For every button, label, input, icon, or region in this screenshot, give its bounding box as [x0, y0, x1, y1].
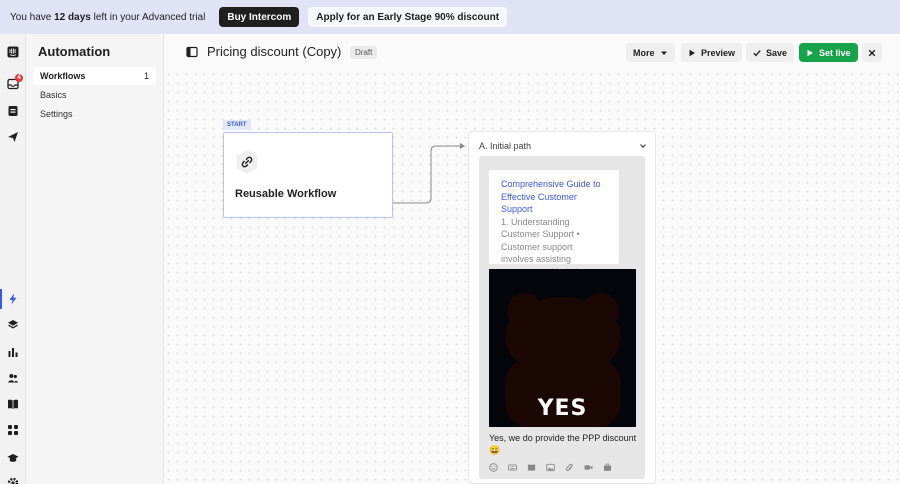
keyboard-icon[interactable]: [508, 463, 517, 472]
academy-icon[interactable]: [6, 451, 20, 465]
icon-rail: 4: [0, 34, 26, 484]
chevron-down-icon[interactable]: [639, 142, 647, 150]
image-icon[interactable]: [546, 463, 555, 472]
message-composer[interactable]: Comprehensive Guide to Effective Custome…: [479, 156, 645, 479]
article-title: Comprehensive Guide to Effective Custome…: [501, 179, 601, 214]
caret-down-icon: [660, 51, 667, 55]
play-icon: [807, 49, 813, 56]
path-title: A. Initial path: [479, 141, 532, 151]
close-button[interactable]: [862, 43, 882, 62]
automation-sidebar: Automation Workflows 1 Basics Settings: [26, 34, 164, 484]
gif-caption: YES: [537, 396, 588, 421]
workflow-canvas[interactable]: Pricing discount (Copy) Draft More Previ…: [164, 34, 900, 484]
page-title: Pricing discount (Copy): [207, 44, 342, 59]
path-connector: [393, 143, 465, 204]
sidebar-item-workflows[interactable]: Workflows 1: [33, 67, 156, 85]
play-icon: [689, 49, 695, 56]
start-node-label: Reusable Workflow: [235, 188, 337, 200]
inbox-icon[interactable]: 4: [6, 74, 23, 91]
settings-icon[interactable]: [6, 476, 20, 484]
close-icon: [868, 49, 876, 56]
outbound-icon[interactable]: [6, 130, 20, 144]
reports-icon[interactable]: [6, 345, 20, 359]
start-tag: START: [223, 120, 251, 130]
sidebar-item-settings[interactable]: Settings: [33, 105, 156, 123]
trial-banner: You have 12 days left in your Advanced t…: [0, 0, 900, 34]
workflows-count: 1: [143, 71, 149, 81]
sidebar-title: Automation: [38, 44, 111, 59]
more-button[interactable]: More: [626, 43, 675, 62]
status-badge: Draft: [350, 46, 378, 59]
sidebar-item-basics[interactable]: Basics: [33, 86, 156, 104]
preview-label: Preview: [701, 47, 736, 58]
buy-intercom-button[interactable]: Buy Intercom: [219, 7, 300, 27]
workflow-header: Pricing discount (Copy) Draft More Previ…: [164, 34, 900, 70]
sidebar-item-label: Workflows: [40, 71, 86, 81]
layers-icon[interactable]: [6, 318, 20, 332]
contacts-icon[interactable]: [6, 104, 20, 118]
set-live-label: Set live: [819, 47, 851, 58]
emoji-icon[interactable]: [489, 462, 498, 472]
start-node[interactable]: Reusable Workflow: [223, 132, 393, 218]
article-icon[interactable]: [527, 463, 536, 472]
video-icon[interactable]: [584, 463, 593, 472]
people-icon[interactable]: [6, 371, 20, 385]
attachment-icon[interactable]: [565, 463, 574, 472]
preview-button[interactable]: Preview: [681, 43, 743, 62]
check-icon: [753, 49, 761, 56]
intercom-logo-icon[interactable]: [6, 45, 20, 59]
apply-discount-button[interactable]: Apply for an Early Stage 90% discount: [308, 7, 508, 27]
gif-image: YES: [489, 269, 636, 427]
more-label: More: [633, 47, 655, 58]
knowledge-icon[interactable]: [6, 397, 20, 411]
sidebar-item-label: Settings: [40, 109, 73, 119]
app-icon[interactable]: [603, 463, 612, 472]
message-text[interactable]: Yes, we do provide the PPP discount 😀: [489, 432, 639, 456]
sidebar-toggle-icon[interactable]: [186, 46, 198, 58]
automation-icon[interactable]: [6, 292, 20, 306]
link-icon: [236, 150, 258, 174]
trial-text: You have 12 days left in your Advanced t…: [10, 11, 206, 23]
active-indicator: [0, 289, 2, 309]
path-card[interactable]: A. Initial path Comprehensive Guide to E…: [468, 131, 656, 484]
apps-icon[interactable]: [6, 423, 20, 437]
inbox-badge: 4: [15, 74, 23, 82]
save-button[interactable]: Save: [746, 43, 795, 62]
composer-toolbar: [489, 461, 639, 473]
save-label: Save: [766, 47, 788, 58]
sidebar-item-label: Basics: [40, 90, 67, 100]
set-live-button[interactable]: Set live: [799, 43, 858, 62]
article-card[interactable]: Comprehensive Guide to Effective Custome…: [489, 170, 619, 277]
